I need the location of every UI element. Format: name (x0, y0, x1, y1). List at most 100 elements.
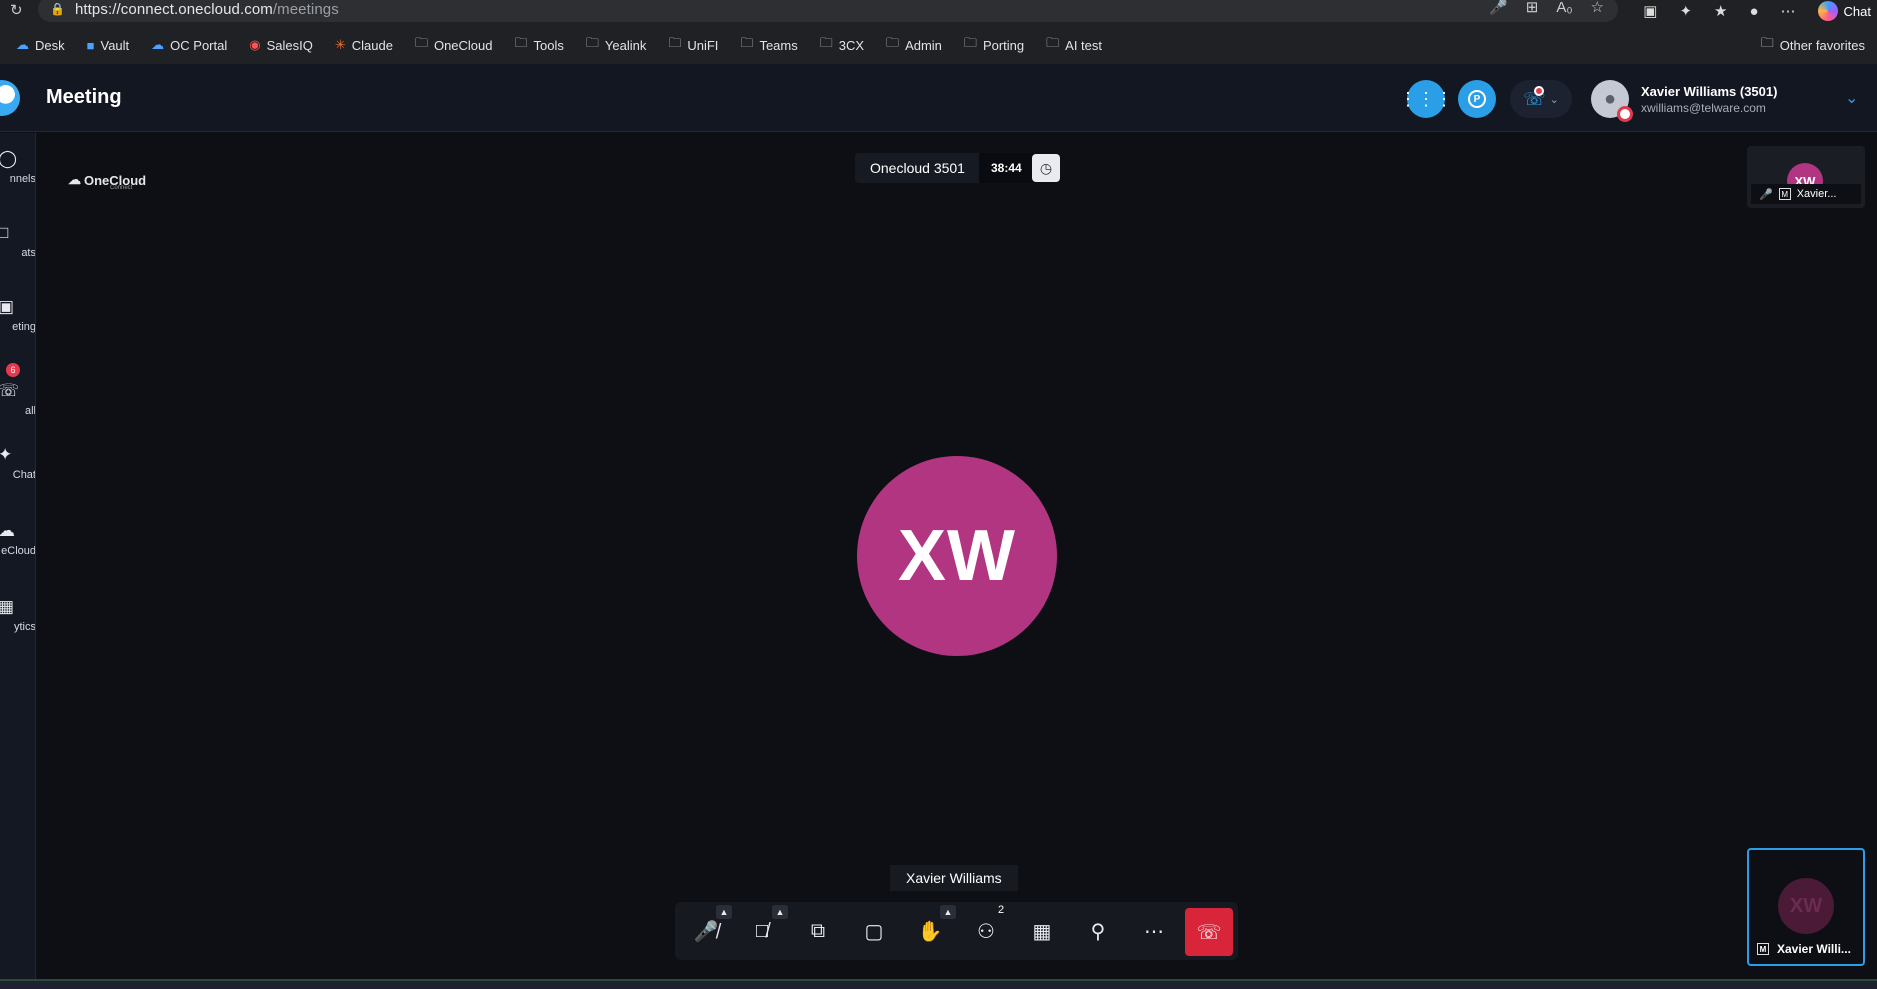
bookmark-label: OC Portal (170, 37, 228, 53)
leave-meeting-button[interactable]: ☏ (1185, 908, 1233, 956)
sidebar-item-label: Chat (12, 469, 36, 481)
dialpad-button[interactable]: ⋮⋮⋮ (1399, 80, 1453, 118)
bookmark-label: Desk (35, 37, 65, 53)
bookmark-teams[interactable]: 🗀 Teams (740, 34, 797, 56)
vault-icon: ■ (86, 37, 95, 53)
folder-icon: 🗀 (668, 35, 682, 50)
read-aloud-icon[interactable]: A₀ (1556, 0, 1572, 16)
tab-actions-icon[interactable]: ▣ (1643, 2, 1657, 20)
sidebar-item-analytics[interactable]: ▦ ytics (0, 597, 36, 633)
translate-icon[interactable]: ⊞ (1526, 0, 1539, 16)
favorites-icon[interactable]: ★ (1714, 2, 1727, 20)
chat-button[interactable]: ▢ (854, 911, 894, 951)
camera-off-icon: □̸ (755, 919, 769, 942)
folder-icon: 🗀 (585, 35, 599, 50)
bookmark-porting[interactable]: 🗀 Porting (964, 34, 1024, 56)
bookmark-yealink[interactable]: 🗀 Yealink (586, 34, 646, 56)
bookmark-3cx[interactable]: 🗀 3CX (820, 34, 864, 56)
bookmark-label: Tools (533, 37, 564, 53)
moderator-icon: M (1757, 943, 1769, 955)
hangup-icon: ☏ (1196, 921, 1222, 944)
bookmark-label: SalesIQ (266, 37, 313, 53)
sidebar-item-label: eting (12, 321, 36, 333)
sidebar-item-call[interactable]: ☏ all (0, 381, 35, 417)
bookmark-label: Porting (982, 37, 1025, 53)
browser-toolbar-right: ▣ ✦ ★ ● ⋯ Chat (1643, 0, 1877, 22)
other-favorites[interactable]: 🗀 Other favorites (1761, 34, 1865, 56)
add-user-icon: ⚲ (1090, 920, 1106, 943)
address-bar[interactable]: 🔒 https://connect.onecloud.com/meetings … (38, 0, 1618, 22)
sidebar-item-ai-chat[interactable]: ✦ Chat (0, 445, 36, 481)
mic-icon[interactable]: 🎤 (1489, 0, 1508, 16)
copilot-icon (1817, 1, 1838, 21)
address-actions: 🎤 ⊞ A₀ ☆ (1489, 0, 1604, 18)
onecloud-logo-icon[interactable] (0, 80, 20, 116)
invite-button[interactable]: ⚲ (1078, 911, 1118, 951)
more-icon[interactable]: ⋯ (1781, 2, 1796, 20)
profile-icon[interactable]: ● (1749, 3, 1758, 20)
logo-subtext: Connect (110, 185, 133, 191)
sidebar-item-label: ats (21, 247, 36, 259)
user-menu-chevron-icon[interactable]: ⌄ (1845, 88, 1858, 108)
claude-icon: ✳ (334, 37, 346, 52)
bookmark-claude[interactable]: ✳ Claude (335, 37, 393, 53)
audio-options-chevron-icon[interactable]: ▲ (716, 905, 732, 919)
participant-label: 🎤 M Xavier... (1751, 184, 1861, 204)
bookmark-salesiq[interactable]: ◉ SalesIQ (249, 37, 313, 53)
bookmark-vault[interactable]: ■ Vault (87, 38, 130, 53)
url-text[interactable]: https://connect.onecloud.com/meetings (75, 1, 339, 18)
lock-icon[interactable]: 🔒 (50, 2, 65, 16)
speaker-name-tag: Xavier Williams (890, 865, 1018, 891)
extensions-icon[interactable]: ✦ (1679, 2, 1692, 20)
layout-button[interactable]: ▦ (1022, 911, 1062, 951)
participants-button[interactable]: ⚇ (966, 911, 1006, 951)
sidebar-item-meeting[interactable]: ▣ eting (0, 297, 36, 333)
busy-status-icon (1617, 106, 1633, 122)
bookmark-admin[interactable]: 🗀 Admin (886, 34, 942, 56)
bookmark-label: Vault (100, 37, 130, 53)
url-path: /meetings (272, 0, 339, 18)
dialpad-icon: ⋮⋮⋮ (1399, 88, 1453, 109)
bookmark-label: Claude (351, 37, 393, 53)
self-label: M Xavier Willi... (1757, 942, 1851, 956)
bookmark-label: OneCloud (433, 37, 493, 53)
video-options-chevron-icon[interactable]: ▲ (772, 905, 788, 919)
sidebar-item-label: ytics (14, 621, 36, 633)
agent-status-button[interactable]: ☏ ⌄ (1510, 80, 1572, 118)
share-screen-button[interactable]: ⧉ (798, 911, 838, 951)
folder-icon: 🗀 (740, 35, 754, 50)
connection-stats-button[interactable]: ◷ (1032, 154, 1060, 182)
app-header: Meeting ⋮⋮⋮ P ☏ ⌄ ● Xavier Williams (3501… (0, 64, 1877, 132)
call-icon: ☏ (0, 381, 20, 400)
more-options-button[interactable]: ⋯ (1134, 911, 1174, 951)
meeting-timer: 38:44 (978, 153, 1034, 183)
sidebar: ◯nnels □ats ▣eting 6 ☏all ✦Chat ☁eCloud … (0, 133, 36, 979)
sidebar-item-chats[interactable]: □ ats (0, 223, 36, 259)
address-row: ↻ 🔒 https://connect.onecloud.com/meeting… (0, 0, 1877, 22)
bookmark-tools[interactable]: 🗀 Tools (515, 34, 564, 56)
folder-icon: 🗀 (819, 35, 833, 50)
bookmark-onecloud[interactable]: 🗀 OneCloud (415, 34, 493, 56)
self-view-thumbnail[interactable]: XW M Xavier Willi... (1747, 848, 1865, 966)
copilot-chat-button[interactable]: Chat (1817, 1, 1871, 21)
onecloud-logo-icon: ☁ (68, 172, 81, 187)
reactions-chevron-icon[interactable]: ▲ (940, 905, 956, 919)
favorite-star-icon[interactable]: ☆ (1591, 0, 1604, 16)
bookmark-label: Yealink (604, 37, 647, 53)
avatar[interactable]: ● (1591, 80, 1633, 122)
participant-thumbnail[interactable]: XW 🎤 M Xavier... (1747, 146, 1865, 208)
bookmark-unifi[interactable]: 🗀 UniFI (668, 34, 718, 56)
meeting-room-name: Onecloud 3501 (870, 160, 965, 176)
sidebar-item-onecloud[interactable]: ☁ eCloud (0, 521, 35, 557)
bookmark-label: AI test (1065, 37, 1103, 53)
status-dot (1534, 86, 1544, 96)
bookmark-label: 3CX (838, 37, 865, 53)
reload-icon[interactable]: ↻ (10, 1, 23, 19)
bookmark-ai-test[interactable]: 🗀 AI test (1046, 34, 1102, 56)
bookmark-desk[interactable]: ☁ Desk (16, 37, 65, 53)
self-avatar: XW (1778, 878, 1834, 934)
sidebar-item-channels[interactable]: ◯ nnels (0, 149, 35, 185)
analytics-icon: ▦ (0, 597, 35, 617)
parking-button[interactable]: P (1458, 80, 1496, 118)
bookmark-oc-portal[interactable]: ☁ OC Portal (151, 37, 227, 53)
